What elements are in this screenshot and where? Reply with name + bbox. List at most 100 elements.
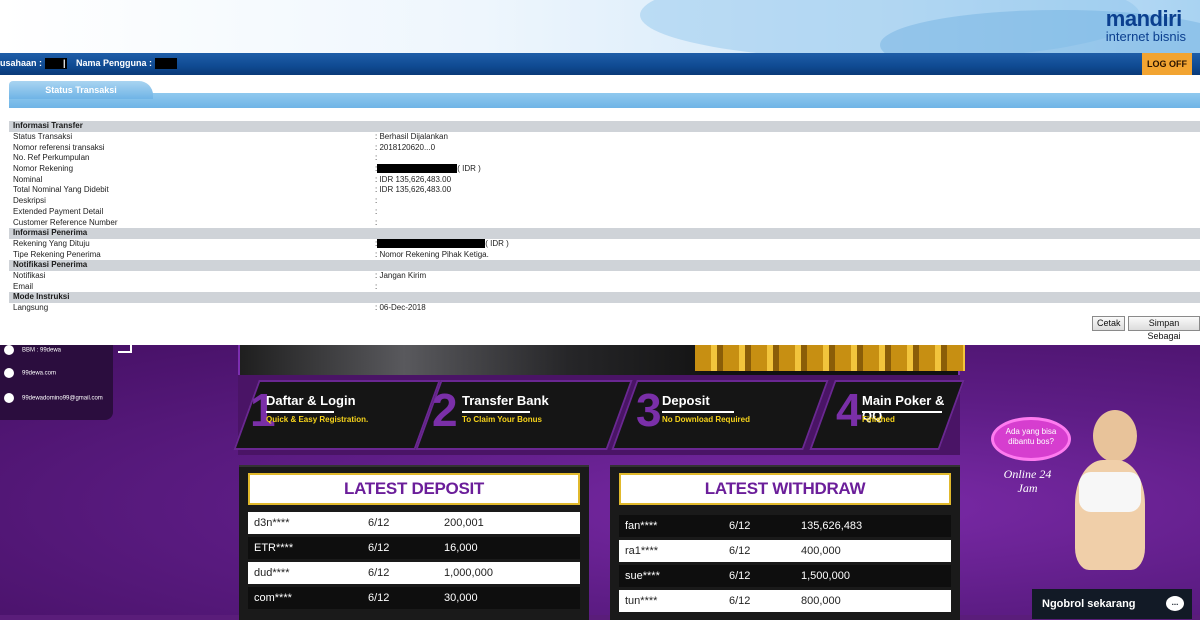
redacted-box [377, 164, 458, 174]
logoff-button[interactable]: LOG OFF [1142, 53, 1192, 75]
contact-bbm[interactable]: BBM : 99dewa [4, 345, 61, 355]
field-label: Email [13, 281, 34, 291]
user-bar: usahaan : | Nama Pengguna : LOG OFF [0, 53, 1200, 75]
company-field: usahaan : [0, 58, 68, 70]
table-row: ra1**** 6/12 400,000 [619, 540, 951, 562]
mail-icon [4, 393, 14, 403]
detail-row: Tipe Rekening Penerima: Nomor Rekening P… [9, 249, 1200, 260]
field-label: Nominal [13, 174, 43, 184]
table-row: fan**** 6/12 135,626,483 [619, 515, 951, 537]
step-subtitle: Quick & Easy Registration. [266, 415, 369, 424]
detail-row: No. Ref Perkumpulan: [9, 153, 1200, 164]
field-label: Customer Reference Number [13, 217, 118, 227]
field-value: : 2018120620...0 [375, 142, 436, 152]
detail-row: Total Nominal Yang Didebit : IDR 135,626,… [9, 185, 1200, 196]
table-row: com**** 6/12 30,000 [248, 587, 580, 609]
field-value: : [375, 281, 378, 291]
field-label: Nomor referensi transaksi [13, 142, 105, 152]
table-row: tun**** 6/12 800,000 [619, 590, 951, 612]
gold-coins-image [695, 345, 965, 371]
section-header-row: Informasi Penerima [9, 227, 1200, 239]
latest-withdraw-title: LATEST WITHDRAW [619, 473, 951, 505]
mascot-top [1079, 472, 1141, 512]
step-subtitle: To Claim Your Bonus [462, 415, 543, 424]
table-row: d3n**** 6/12 200,001 [248, 512, 580, 534]
detail-row: Nominal : IDR 135,626,483.00 [9, 174, 1200, 185]
online-label: Online 24 Jam [1003, 467, 1052, 495]
hero-smoke [240, 345, 710, 375]
field-value: : [375, 196, 378, 206]
bracket-icon [118, 339, 132, 353]
background-site: BBM : 99dewa 99dewa.com 99dewadomino99@g… [0, 339, 1200, 620]
table-row: dud**** 6/12 1,000,000 [248, 562, 580, 584]
bbm-icon [4, 345, 14, 355]
field-label: Nomor Rekening [13, 164, 74, 174]
detail-row: Nomor referensi transaksi : 2018120620...… [9, 142, 1200, 153]
field-label: No. Ref Perkumpulan [13, 153, 90, 163]
step-subtitle: Finished [862, 415, 895, 424]
field-value: :( IDR ) [375, 238, 509, 249]
field-value: : [375, 217, 378, 227]
steps-banner: 1 Daftar & Login Quick & Easy Registrati… [233, 375, 965, 455]
step-title: Daftar & Login [266, 393, 356, 408]
detail-row: Customer Reference Number: [9, 217, 1200, 228]
mandiri-logo: mandiri internet bisnis [1105, 6, 1186, 44]
contact-website[interactable]: 99dewa.com [4, 368, 56, 378]
section-label: Notifikasi Penerima [9, 259, 1200, 271]
field-label: Notifikasi [13, 270, 46, 280]
separator: | [63, 58, 66, 68]
detail-row: Email: [9, 281, 1200, 292]
field-label: Deskripsi [13, 196, 46, 206]
step-underline [266, 411, 334, 413]
step-title: Transfer Bank [462, 393, 549, 408]
table-row: ETR**** 6/12 16,000 [248, 537, 580, 559]
detail-row: Deskripsi: [9, 196, 1200, 207]
field-value: :( IDR ) [375, 164, 481, 174]
section-label: Mode Instruksi [9, 292, 1200, 303]
tab-status-transaksi[interactable]: Status Transaksi [9, 81, 153, 99]
section-label: Informasi Penerima [9, 227, 1200, 239]
latest-withdraw-panel: LATEST WITHDRAW fan**** 6/12 135,626,483 r… [610, 465, 960, 620]
step-underline [862, 411, 942, 413]
field-value: : Jangan Kirim [375, 270, 427, 280]
detail-row: Status Transaksi: Berhasil Dijalankan [9, 132, 1200, 143]
detail-row: Notifikasi : Jangan Kirim [9, 271, 1200, 282]
save-as-button[interactable]: Simpan Sebagai [1128, 316, 1200, 341]
username-field: Nama Pengguna : [76, 58, 178, 70]
tab-underline [9, 93, 1200, 108]
hero-image [238, 345, 965, 375]
field-value: : IDR 135,626,483.00 [375, 174, 452, 184]
field-label: Tipe Rekening Penerima [13, 249, 101, 259]
field-label: Total Nominal Yang Didebit [13, 185, 109, 195]
tab-strip: Status Transaksi [0, 75, 1200, 115]
transaction-table: Informasi Transfer Status Transaksi: Berh… [9, 121, 1200, 313]
table-row: sue**** 6/12 1,500,000 [619, 565, 951, 587]
header-banner: mandiri internet bisnis [0, 0, 1200, 53]
field-label: Status Transaksi [13, 132, 73, 142]
print-button[interactable]: Cetak [1092, 316, 1125, 331]
field-value: : 06-Dec-2018 [375, 303, 426, 313]
redacted-box [155, 58, 178, 70]
detail-row: Extended Payment Detail: [9, 207, 1200, 218]
field-label: Rekening Yang Dituju [13, 238, 90, 248]
chat-bubble[interactable]: Ada yang bisa dibantu bos? [991, 417, 1071, 461]
field-label: Langsung [13, 303, 49, 313]
section-header-row: Notifikasi Penerima [9, 259, 1200, 271]
mascot-head [1093, 410, 1137, 462]
field-value: : IDR 135,626,483.00 [375, 185, 452, 195]
globe-icon [4, 368, 14, 378]
step-number: 4 [836, 384, 862, 436]
step-subtitle: No Download Required [662, 415, 750, 424]
detail-row: Langsung : 06-Dec-2018 [9, 303, 1200, 314]
detail-row: Nomor Rekening :( IDR ) [9, 164, 1200, 175]
field-value: : [375, 206, 378, 216]
section-header-row: Mode Instruksi [9, 292, 1200, 303]
contact-panel: BBM : 99dewa 99dewa.com 99dewadomino99@g… [0, 345, 113, 420]
contact-email[interactable]: 99dewadomino99@gmail.com [4, 393, 103, 403]
step-number: 3 [636, 384, 662, 436]
section-label: Informasi Transfer [9, 121, 1200, 132]
latest-deposit-panel: LATEST DEPOSIT d3n**** 6/12 200,001 ETR***… [239, 465, 589, 620]
field-value: : [375, 153, 378, 163]
section-header-row: Informasi Transfer [9, 121, 1200, 132]
transaction-detail: Informasi Transfer Status Transaksi: Berh… [0, 115, 1200, 345]
